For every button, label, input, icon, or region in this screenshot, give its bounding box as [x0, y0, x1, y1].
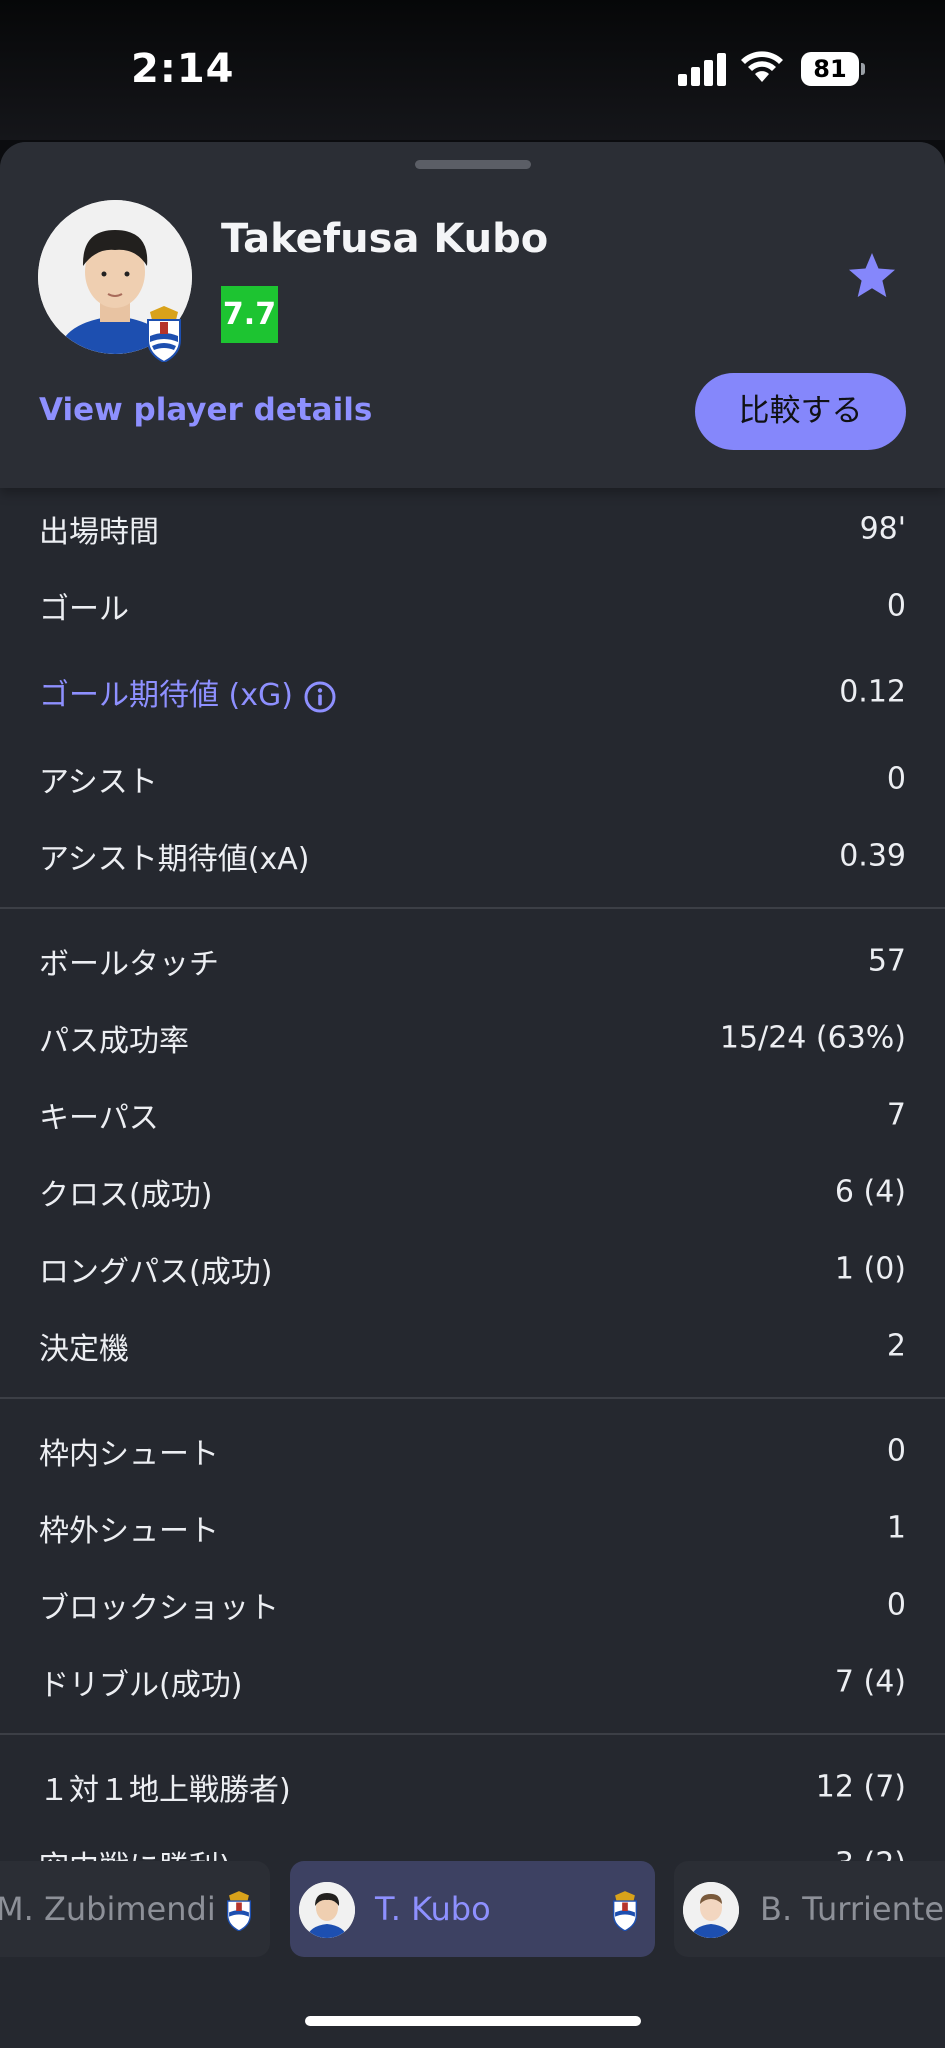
player-chip-turrientes[interactable]: B. Turrientes: [674, 1861, 945, 1957]
stat-row: アシスト 0: [0, 740, 945, 817]
stat-value: 1: [886, 1510, 906, 1545]
stat-value: 7: [886, 1097, 906, 1132]
real-sociedad-badge-icon: [147, 306, 181, 362]
player-header: Takefusa Kubo 7.7 View player details 比較…: [0, 142, 945, 488]
stat-label: 枠内シュート: [39, 1436, 219, 1472]
stat-value: 0: [886, 1433, 906, 1468]
player-chip-name: M. Zubimendi: [0, 1890, 216, 1928]
stat-row: １対１地上戦勝者) 12 (7): [0, 1748, 945, 1825]
stats-group-shooting: 枠内シュート 0 枠外シュート 1 ブロックショット 0 ドリブル(成功) 7 (4): [0, 1399, 945, 1735]
home-indicator[interactable]: [305, 2016, 641, 2026]
stat-value: 0: [886, 588, 906, 623]
stat-row: ドリブル(成功) 7 (4): [0, 1643, 945, 1720]
stat-label: ロングパス(成功): [39, 1254, 273, 1290]
battery-icon: 81: [801, 52, 859, 86]
stat-label: １対１地上戦勝者): [39, 1772, 291, 1808]
view-player-details-link[interactable]: View player details: [39, 392, 372, 428]
stat-label: アシスト期待値(xA): [39, 841, 310, 877]
cellular-signal-icon: [678, 52, 726, 86]
wifi-icon: [741, 51, 783, 82]
player-chip-avatar: [299, 1882, 355, 1938]
stat-value: 0: [886, 761, 906, 796]
player-chip-name: B. Turrientes: [760, 1890, 945, 1928]
stat-label: アシスト: [39, 764, 158, 800]
stat-label: ブロックショット: [39, 1590, 279, 1626]
stat-row: パス成功率 15/24 (63%): [0, 999, 945, 1076]
player-stats-sheet: Takefusa Kubo 7.7 View player details 比較…: [0, 142, 945, 2048]
stat-row-xg[interactable]: ゴール期待値 (xG) 0.12: [0, 644, 945, 740]
info-icon[interactable]: [303, 680, 337, 714]
stat-row: クロス(成功) 6 (4): [0, 1153, 945, 1230]
player-chip-avatar: [683, 1882, 739, 1938]
stat-label: ゴール: [39, 591, 129, 627]
stat-row: アシスト期待値(xA) 0.39: [0, 817, 945, 894]
stat-value: 7 (4): [834, 1664, 906, 1699]
player-chip-kubo[interactable]: T. Kubo: [290, 1861, 655, 1957]
stat-label: 枠外シュート: [39, 1513, 219, 1549]
stat-label: 決定機: [39, 1331, 129, 1367]
favorite-star-icon[interactable]: [846, 251, 898, 301]
stat-value: 0.12: [839, 674, 906, 710]
drag-handle[interactable]: [415, 160, 531, 169]
stat-row: ロングパス(成功) 1 (0): [0, 1230, 945, 1307]
stat-value: 15/24 (63%): [719, 1020, 906, 1055]
status-time: 2:14: [131, 46, 235, 92]
stat-label: ボールタッチ: [39, 946, 219, 982]
stat-row: ゴール 0: [0, 567, 945, 644]
stat-row: 枠外シュート 1: [0, 1489, 945, 1566]
stat-value: 6 (4): [834, 1174, 906, 1209]
stats-group-passing: ボールタッチ 57 パス成功率 15/24 (63%) キーパス 7 クロス(成功) 6…: [0, 909, 945, 1399]
stat-label: パス成功率: [39, 1023, 189, 1059]
stat-label: キーパス: [39, 1100, 159, 1136]
xg-label[interactable]: ゴール期待値 (xG): [39, 670, 337, 714]
player-switcher: M. Zubimendi T. Kubo B. Turrientes: [0, 1858, 945, 1960]
stat-label: クロス(成功): [39, 1177, 213, 1213]
compare-button[interactable]: 比較する: [695, 373, 906, 450]
stat-row: ボールタッチ 57: [0, 922, 945, 999]
battery-tip: [861, 63, 865, 75]
stat-row: ブロックショット 0: [0, 1566, 945, 1643]
stat-value: 98': [859, 511, 906, 546]
stat-row: 枠内シュート 0: [0, 1412, 945, 1489]
stat-row: 決定機 2: [0, 1307, 945, 1384]
stat-value: 1 (0): [834, 1251, 906, 1286]
club-badge-icon: [612, 1891, 638, 1931]
player-chip-zubimendi[interactable]: M. Zubimendi: [0, 1861, 270, 1957]
stat-label: ドリブル(成功): [39, 1667, 243, 1703]
player-name: Takefusa Kubo: [221, 216, 549, 262]
stats-list: 出場時間 98' ゴール 0 ゴール期待値 (xG) 0.12 アシスト 0 アシスト…: [0, 488, 945, 1902]
stat-row: キーパス 7: [0, 1076, 945, 1153]
stat-label: ゴール期待値 (xG): [39, 678, 293, 713]
stats-group-general: 出場時間 98' ゴール 0 ゴール期待値 (xG) 0.12 アシスト 0 アシスト…: [0, 488, 945, 909]
stat-value: 57: [867, 943, 906, 978]
stat-value: 2: [886, 1328, 906, 1363]
stat-label: 出場時間: [39, 514, 159, 550]
player-chip-name: T. Kubo: [375, 1890, 491, 1928]
club-badge-icon: [226, 1891, 252, 1931]
stat-row: 出場時間 98': [0, 490, 945, 567]
rating-badge: 7.7: [221, 286, 278, 343]
stat-value: 0.39: [839, 838, 906, 873]
status-bar: 2:14 81: [0, 0, 945, 140]
stat-value: 0: [886, 1587, 906, 1622]
stat-value: 12 (7): [815, 1769, 906, 1804]
